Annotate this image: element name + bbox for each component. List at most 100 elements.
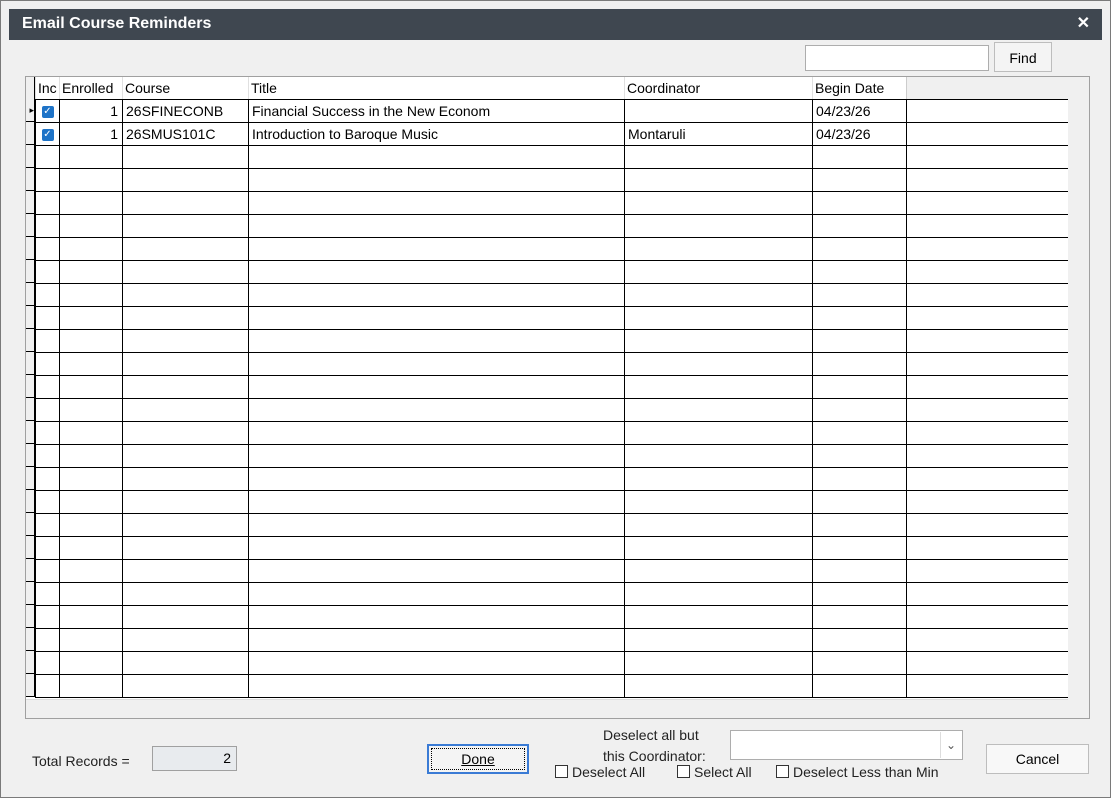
cell-coordinator[interactable] bbox=[624, 375, 813, 399]
cell-course[interactable] bbox=[122, 306, 249, 330]
table-row[interactable] bbox=[35, 467, 1068, 491]
row-header[interactable] bbox=[26, 260, 35, 283]
done-button[interactable]: Done bbox=[427, 744, 529, 774]
checkbox-box[interactable] bbox=[555, 765, 568, 778]
cell-title[interactable] bbox=[248, 513, 625, 537]
cell-enrolled[interactable] bbox=[59, 536, 123, 560]
cell-begin-date[interactable] bbox=[812, 559, 907, 583]
cell-title[interactable] bbox=[248, 605, 625, 629]
find-input[interactable] bbox=[805, 45, 989, 71]
table-row[interactable] bbox=[35, 191, 1068, 215]
cell-coordinator[interactable] bbox=[624, 352, 813, 376]
cell-enrolled[interactable] bbox=[59, 191, 123, 215]
cell-enrolled[interactable] bbox=[59, 329, 123, 353]
cell-coordinator[interactable] bbox=[624, 237, 813, 261]
cell-course[interactable] bbox=[122, 237, 249, 261]
cell-enrolled[interactable] bbox=[59, 582, 123, 606]
row-header[interactable] bbox=[26, 421, 35, 444]
cell-course[interactable] bbox=[122, 260, 249, 284]
cell-coordinator[interactable] bbox=[624, 329, 813, 353]
checkbox-box[interactable] bbox=[677, 765, 690, 778]
cell-course[interactable] bbox=[122, 375, 249, 399]
cell-coordinator[interactable] bbox=[624, 513, 813, 537]
cell-course[interactable] bbox=[122, 398, 249, 422]
cell-title[interactable] bbox=[248, 398, 625, 422]
row-header[interactable] bbox=[26, 306, 35, 329]
cell-inc[interactable] bbox=[35, 375, 60, 399]
row-header[interactable] bbox=[26, 582, 35, 605]
cell-title[interactable] bbox=[248, 536, 625, 560]
cell-inc[interactable] bbox=[35, 168, 60, 192]
cell-title[interactable] bbox=[248, 145, 625, 169]
cell-enrolled[interactable] bbox=[59, 398, 123, 422]
table-row[interactable] bbox=[35, 605, 1068, 629]
cell-enrolled[interactable] bbox=[59, 490, 123, 514]
cell-coordinator[interactable] bbox=[624, 260, 813, 284]
cell-begin-date[interactable] bbox=[812, 651, 907, 675]
cell-coordinator[interactable] bbox=[624, 99, 813, 123]
column-header-begin-date[interactable]: Begin Date bbox=[812, 77, 907, 100]
column-header-course[interactable]: Course bbox=[122, 77, 249, 100]
row-header[interactable] bbox=[26, 559, 35, 582]
cell-title[interactable] bbox=[248, 559, 625, 583]
table-row[interactable] bbox=[35, 375, 1068, 399]
row-header[interactable] bbox=[26, 467, 35, 490]
cell-enrolled[interactable] bbox=[59, 674, 123, 698]
cell-course[interactable] bbox=[122, 674, 249, 698]
cell-coordinator[interactable] bbox=[624, 605, 813, 629]
cell-course[interactable]: 26SMUS101C bbox=[122, 122, 249, 146]
cell-course[interactable] bbox=[122, 352, 249, 376]
cell-begin-date[interactable] bbox=[812, 283, 907, 307]
cell-begin-date[interactable] bbox=[812, 191, 907, 215]
cell-enrolled[interactable] bbox=[59, 145, 123, 169]
cell-inc[interactable] bbox=[35, 352, 60, 376]
cell-begin-date[interactable] bbox=[812, 674, 907, 698]
row-header[interactable] bbox=[26, 122, 35, 145]
cell-title[interactable] bbox=[248, 237, 625, 261]
cell-course[interactable] bbox=[122, 490, 249, 514]
cell-begin-date[interactable] bbox=[812, 306, 907, 330]
find-button[interactable]: Find bbox=[994, 42, 1052, 72]
cell-enrolled[interactable] bbox=[59, 513, 123, 537]
cell-enrolled[interactable] bbox=[59, 467, 123, 491]
cell-enrolled[interactable] bbox=[59, 375, 123, 399]
cell-inc[interactable] bbox=[35, 283, 60, 307]
deselect-less-than-min-checkbox[interactable]: Deselect Less than Min bbox=[776, 764, 939, 780]
cell-inc[interactable] bbox=[35, 329, 60, 353]
row-header[interactable] bbox=[26, 329, 35, 352]
table-row[interactable] bbox=[35, 536, 1068, 560]
cell-inc[interactable] bbox=[35, 559, 60, 583]
cell-enrolled[interactable]: 1 bbox=[59, 99, 123, 123]
cell-course[interactable] bbox=[122, 513, 249, 537]
cell-coordinator[interactable] bbox=[624, 283, 813, 307]
cell-course[interactable] bbox=[122, 628, 249, 652]
row-header[interactable] bbox=[26, 191, 35, 214]
cell-coordinator[interactable] bbox=[624, 191, 813, 215]
cell-title[interactable]: Financial Success in the New Econom bbox=[248, 99, 625, 123]
cell-inc[interactable] bbox=[35, 674, 60, 698]
cell-enrolled[interactable] bbox=[59, 651, 123, 675]
cell-begin-date[interactable] bbox=[812, 329, 907, 353]
cell-title[interactable] bbox=[248, 490, 625, 514]
cell-inc[interactable] bbox=[35, 237, 60, 261]
cell-enrolled[interactable]: 1 bbox=[59, 122, 123, 146]
cell-begin-date[interactable]: 04/23/26 bbox=[812, 122, 907, 146]
cell-enrolled[interactable] bbox=[59, 352, 123, 376]
cell-enrolled[interactable] bbox=[59, 559, 123, 583]
cell-begin-date[interactable] bbox=[812, 214, 907, 238]
cell-inc[interactable] bbox=[35, 536, 60, 560]
row-header[interactable] bbox=[26, 536, 35, 559]
row-header[interactable] bbox=[26, 214, 35, 237]
cell-course[interactable] bbox=[122, 559, 249, 583]
row-header[interactable] bbox=[26, 352, 35, 375]
cell-coordinator[interactable] bbox=[624, 145, 813, 169]
row-header[interactable] bbox=[26, 398, 35, 421]
column-header-inc[interactable]: Inc bbox=[35, 77, 60, 100]
cell-inc[interactable] bbox=[35, 582, 60, 606]
cell-enrolled[interactable] bbox=[59, 237, 123, 261]
cell-coordinator[interactable] bbox=[624, 651, 813, 675]
cell-inc[interactable] bbox=[35, 628, 60, 652]
row-header[interactable] bbox=[26, 375, 35, 398]
cell-inc[interactable] bbox=[35, 513, 60, 537]
cell-title[interactable] bbox=[248, 421, 625, 445]
